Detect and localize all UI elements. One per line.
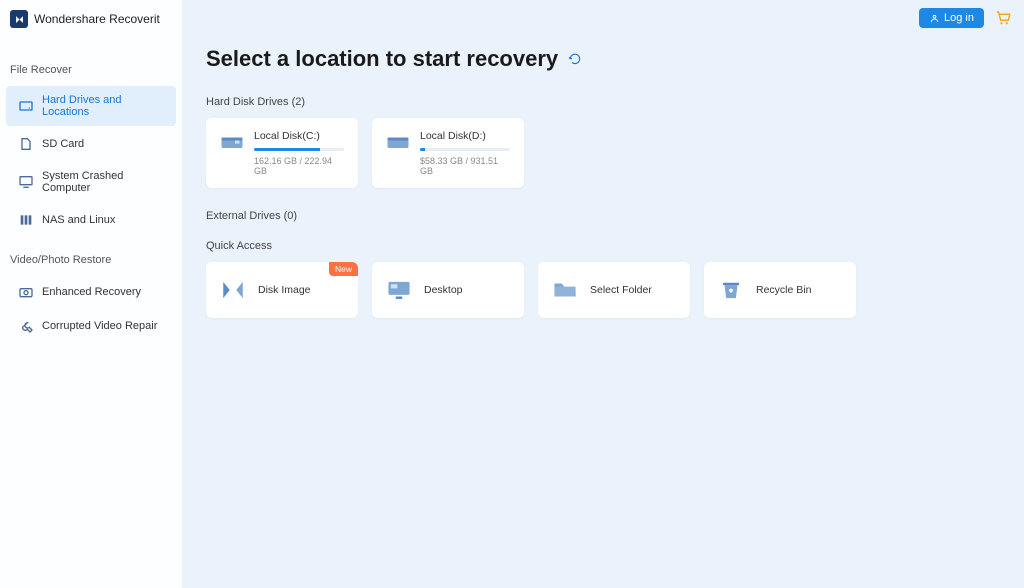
drive-usage-fill xyxy=(254,148,320,151)
sidebar-item-label: NAS and Linux xyxy=(42,214,115,226)
sidebar-item-corrupted-video[interactable]: Corrupted Video Repair xyxy=(6,310,176,342)
login-button[interactable]: Log in xyxy=(919,8,984,28)
desktop-icon xyxy=(386,278,412,302)
drive-name: Local Disk(C:) xyxy=(254,130,344,142)
folder-icon xyxy=(552,278,578,302)
sidebar-item-label: Corrupted Video Repair xyxy=(42,320,157,332)
quick-card-disk-image[interactable]: New Disk Image xyxy=(206,262,358,318)
brand-label: Wondershare Recoverit xyxy=(34,12,160,26)
refresh-icon[interactable] xyxy=(568,52,582,66)
login-label: Log in xyxy=(944,12,974,24)
sidebar-item-label: Enhanced Recovery xyxy=(42,286,141,298)
user-icon xyxy=(929,13,940,24)
hard-drive-icon xyxy=(18,98,34,114)
brand-icon xyxy=(10,10,28,28)
quick-card-recycle-bin[interactable]: Recycle Bin xyxy=(704,262,856,318)
badge-new: New xyxy=(329,262,358,276)
drive-size: 162.16 GB / 222.94 GB xyxy=(254,156,344,176)
ext-heading: External Drives (0) xyxy=(206,210,1000,222)
disk-image-icon xyxy=(220,278,246,302)
quick-card-desktop[interactable]: Desktop xyxy=(372,262,524,318)
sidebar-item-label: System Crashed Computer xyxy=(42,170,164,194)
page-title-row: Select a location to start recovery xyxy=(206,0,1000,90)
sidebar-item-sd-card[interactable]: SD Card xyxy=(6,128,176,160)
quick-card-select-folder[interactable]: Select Folder xyxy=(538,262,690,318)
recycle-bin-icon xyxy=(718,278,744,302)
sd-card-icon xyxy=(18,136,34,152)
drive-size: $58.33 GB / 931.51 GB xyxy=(420,156,510,176)
drive-card-d[interactable]: Local Disk(D:) $58.33 GB / 931.51 GB xyxy=(372,118,524,188)
hdd-heading: Hard Disk Drives (2) xyxy=(206,96,1000,108)
quick-label: Desktop xyxy=(424,284,463,296)
brand: Wondershare Recoverit xyxy=(0,10,182,48)
quick-label: Recycle Bin xyxy=(756,284,811,296)
cart-icon[interactable] xyxy=(994,9,1012,27)
disk-icon xyxy=(220,132,244,152)
sidebar-item-label: Hard Drives and Locations xyxy=(42,94,164,118)
quick-label: Select Folder xyxy=(590,284,652,296)
main-panel: Log in Select a location to start recove… xyxy=(182,0,1024,588)
sidebar-section-file-recover: File Recover xyxy=(0,48,182,84)
drive-info: Local Disk(D:) $58.33 GB / 931.51 GB xyxy=(420,130,510,176)
drive-row: Local Disk(C:) 162.16 GB / 222.94 GB Loc… xyxy=(206,118,1000,188)
server-icon xyxy=(18,212,34,228)
wrench-icon xyxy=(18,318,34,334)
sidebar-section-video-photo: Video/Photo Restore xyxy=(0,238,182,274)
sidebar-item-nas-linux[interactable]: NAS and Linux xyxy=(6,204,176,236)
drive-usage-bar xyxy=(254,148,344,151)
camera-icon xyxy=(18,284,34,300)
drive-usage-bar xyxy=(420,148,510,151)
drive-name: Local Disk(D:) xyxy=(420,130,510,142)
monitor-icon xyxy=(18,174,34,190)
topbar: Log in xyxy=(919,8,1012,28)
disk-icon xyxy=(386,132,410,152)
drive-usage-fill xyxy=(420,148,425,151)
quick-row: New Disk Image Desktop Select Folder Rec… xyxy=(206,262,1000,318)
quick-label: Disk Image xyxy=(258,284,311,296)
drive-info: Local Disk(C:) 162.16 GB / 222.94 GB xyxy=(254,130,344,176)
quick-heading: Quick Access xyxy=(206,240,1000,252)
sidebar-item-system-crashed[interactable]: System Crashed Computer xyxy=(6,162,176,202)
sidebar-item-enhanced-recovery[interactable]: Enhanced Recovery xyxy=(6,276,176,308)
sidebar-item-hard-drives[interactable]: Hard Drives and Locations xyxy=(6,86,176,126)
page-title: Select a location to start recovery xyxy=(206,46,558,72)
sidebar: Wondershare Recoverit File Recover Hard … xyxy=(0,0,182,588)
sidebar-item-label: SD Card xyxy=(42,138,84,150)
drive-card-c[interactable]: Local Disk(C:) 162.16 GB / 222.94 GB xyxy=(206,118,358,188)
